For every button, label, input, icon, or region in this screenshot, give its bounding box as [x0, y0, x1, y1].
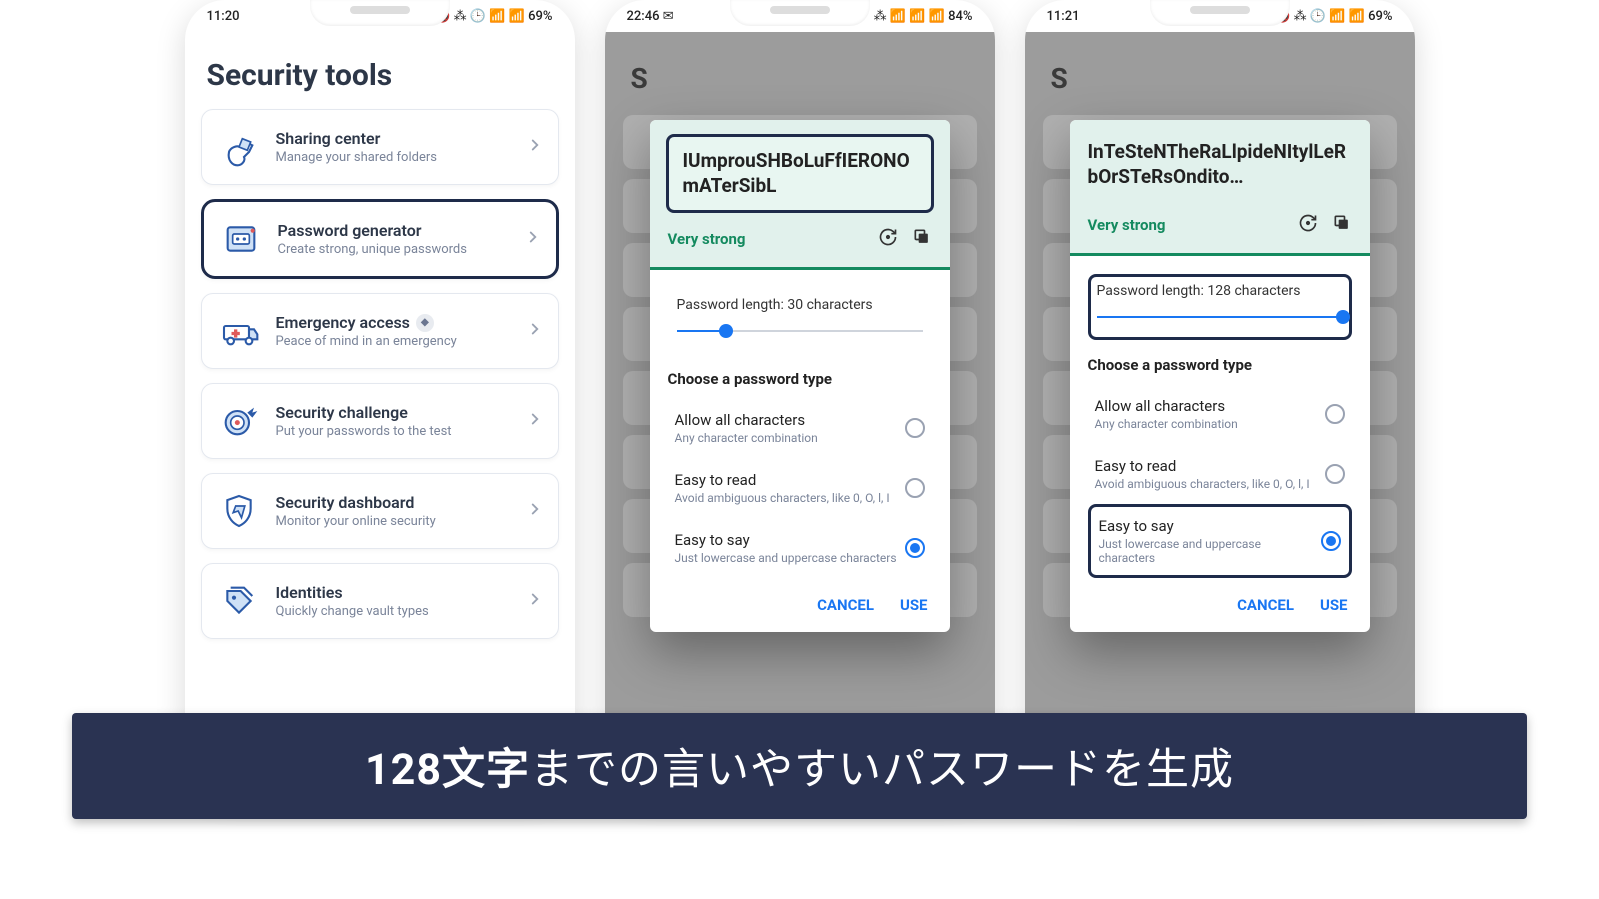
type-section-title: Choose a password type	[1088, 356, 1352, 374]
cancel-button[interactable]: CANCEL	[817, 596, 874, 614]
share-icon	[216, 124, 262, 170]
use-button[interactable]: USE	[900, 596, 928, 614]
strength-label: Very strong	[668, 230, 746, 248]
option-subtitle: Just lowercase and uppercase characters	[1099, 537, 1321, 565]
radio-button[interactable]	[1325, 464, 1345, 484]
tool-title: Password generator	[278, 221, 510, 240]
length-label: Password length: 30 characters	[677, 297, 923, 313]
pwgen-icon	[218, 216, 264, 262]
regenerate-icon[interactable]	[878, 227, 898, 251]
radio-button[interactable]	[905, 478, 925, 498]
regenerate-icon[interactable]	[1298, 213, 1318, 237]
phone-notch	[1150, 0, 1290, 26]
chevron-right-icon	[526, 590, 544, 612]
password-generator-dialog: InTeSteNTheRaLlpideNItylLeRbOrSTeRsOndit…	[1070, 120, 1370, 632]
radio-button[interactable]	[905, 418, 925, 438]
behind-title: S	[615, 52, 985, 105]
status-time: 22:46 ✉	[627, 9, 674, 24]
page-title: Security tools	[201, 40, 559, 109]
status-right: ⁂ 📶 📶 📶 84%	[874, 9, 973, 24]
chevron-right-icon	[526, 500, 544, 522]
chevron-right-icon	[526, 136, 544, 158]
phone-notch	[310, 0, 450, 26]
tool-subtitle: Quickly change vault types	[276, 604, 512, 619]
ambulance-icon	[216, 308, 262, 354]
tags-icon	[216, 578, 262, 624]
tool-subtitle: Monitor your online security	[276, 514, 512, 529]
radio-button[interactable]	[1321, 531, 1341, 551]
chevron-right-icon	[526, 320, 544, 342]
option-subtitle: Any character combination	[1095, 417, 1238, 431]
option-subtitle: Avoid ambiguous characters, like 0, O, l…	[675, 491, 890, 505]
tool-subtitle: Manage your shared folders	[276, 150, 512, 165]
status-time: 11:21	[1047, 9, 1080, 24]
tool-subtitle: Create strong, unique passwords	[278, 242, 510, 257]
option-subtitle: Any character combination	[675, 431, 818, 445]
shield-icon	[216, 488, 262, 534]
caption-banner: 128文字までの言いやすいパスワードを生成	[72, 713, 1527, 819]
generated-password: InTeSteNTheRaLlpideNItylLeRbOrSTeRsOndit…	[1086, 134, 1354, 199]
password-type-option[interactable]: Allow all characters Any character combi…	[668, 398, 932, 458]
phone-notch	[730, 0, 870, 26]
premium-badge-icon: ◆	[416, 314, 434, 332]
type-section-title: Choose a password type	[668, 370, 932, 388]
target-icon	[216, 398, 262, 444]
option-title: Easy to read	[675, 471, 890, 489]
copy-icon[interactable]	[912, 227, 932, 251]
tool-card-pwgen[interactable]: Password generator Create strong, unique…	[201, 199, 559, 279]
tool-subtitle: Peace of mind in an emergency	[276, 334, 512, 349]
password-type-option[interactable]: Easy to say Just lowercase and uppercase…	[1088, 504, 1352, 578]
tool-title: Security challenge	[276, 403, 512, 422]
option-title: Easy to say	[675, 531, 897, 549]
password-generator-dialog: IUmprouSHBoLuFfIERONOmATerSibL Very stro…	[650, 120, 950, 632]
phone-pwgen-30: 22:46 ✉ ⁂ 📶 📶 📶 84% S IUmprouSHBoLuFfIER…	[605, 0, 995, 790]
password-type-option[interactable]: Easy to read Avoid ambiguous characters,…	[1088, 444, 1352, 504]
tool-title: Emergency access ◆	[276, 313, 512, 332]
tool-card-target[interactable]: Security challenge Put your passwords to…	[201, 383, 559, 459]
tool-subtitle: Put your passwords to the test	[276, 424, 512, 439]
tool-card-tags[interactable]: Identities Quickly change vault types	[201, 563, 559, 639]
password-type-option[interactable]: Easy to read Avoid ambiguous characters,…	[668, 458, 932, 518]
phone-pwgen-128: 11:21 🔇 ⁂ 🕒 📶 📶 69% S InTeSteNTheRaLlpid…	[1025, 0, 1415, 790]
tool-title: Identities	[276, 583, 512, 602]
behind-title: S	[1035, 52, 1405, 105]
cancel-button[interactable]: CANCEL	[1237, 596, 1294, 614]
chevron-right-icon	[526, 410, 544, 432]
status-time: 11:20	[207, 9, 240, 24]
password-type-option[interactable]: Easy to say Just lowercase and uppercase…	[668, 518, 932, 578]
length-slider[interactable]	[677, 321, 923, 341]
tool-card-shield[interactable]: Security dashboard Monitor your online s…	[201, 473, 559, 549]
phone-security-tools: 11:20 🔇 ⁂ 🕒 📶 📶 69% Security tools Shari…	[185, 0, 575, 790]
caption-bold: 128文字	[365, 745, 530, 795]
option-title: Allow all characters	[675, 411, 818, 429]
tool-title: Sharing center	[276, 129, 512, 148]
option-subtitle: Avoid ambiguous characters, like 0, O, l…	[1095, 477, 1310, 491]
use-button[interactable]: USE	[1320, 596, 1348, 614]
strength-label: Very strong	[1088, 216, 1166, 234]
chevron-right-icon	[524, 228, 542, 250]
option-title: Easy to read	[1095, 457, 1310, 475]
password-type-option[interactable]: Allow all characters Any character combi…	[1088, 384, 1352, 444]
caption-rest: までの言いやすいパスワードを生成	[530, 745, 1234, 795]
length-label: Password length: 128 characters	[1097, 283, 1343, 299]
copy-icon[interactable]	[1332, 213, 1352, 237]
tool-title: Security dashboard	[276, 493, 512, 512]
radio-button[interactable]	[1325, 404, 1345, 424]
radio-button[interactable]	[905, 538, 925, 558]
option-title: Easy to say	[1099, 517, 1321, 535]
option-title: Allow all characters	[1095, 397, 1238, 415]
status-right: 🔇 ⁂ 🕒 📶 📶 69%	[1274, 9, 1392, 24]
generated-password: IUmprouSHBoLuFfIERONOmATerSibL	[666, 134, 934, 213]
length-slider[interactable]	[1097, 307, 1343, 327]
tool-card-ambulance[interactable]: Emergency access ◆ Peace of mind in an e…	[201, 293, 559, 369]
option-subtitle: Just lowercase and uppercase characters	[675, 551, 897, 565]
tool-card-share[interactable]: Sharing center Manage your shared folder…	[201, 109, 559, 185]
status-right: 🔇 ⁂ 🕒 📶 📶 69%	[434, 9, 552, 24]
